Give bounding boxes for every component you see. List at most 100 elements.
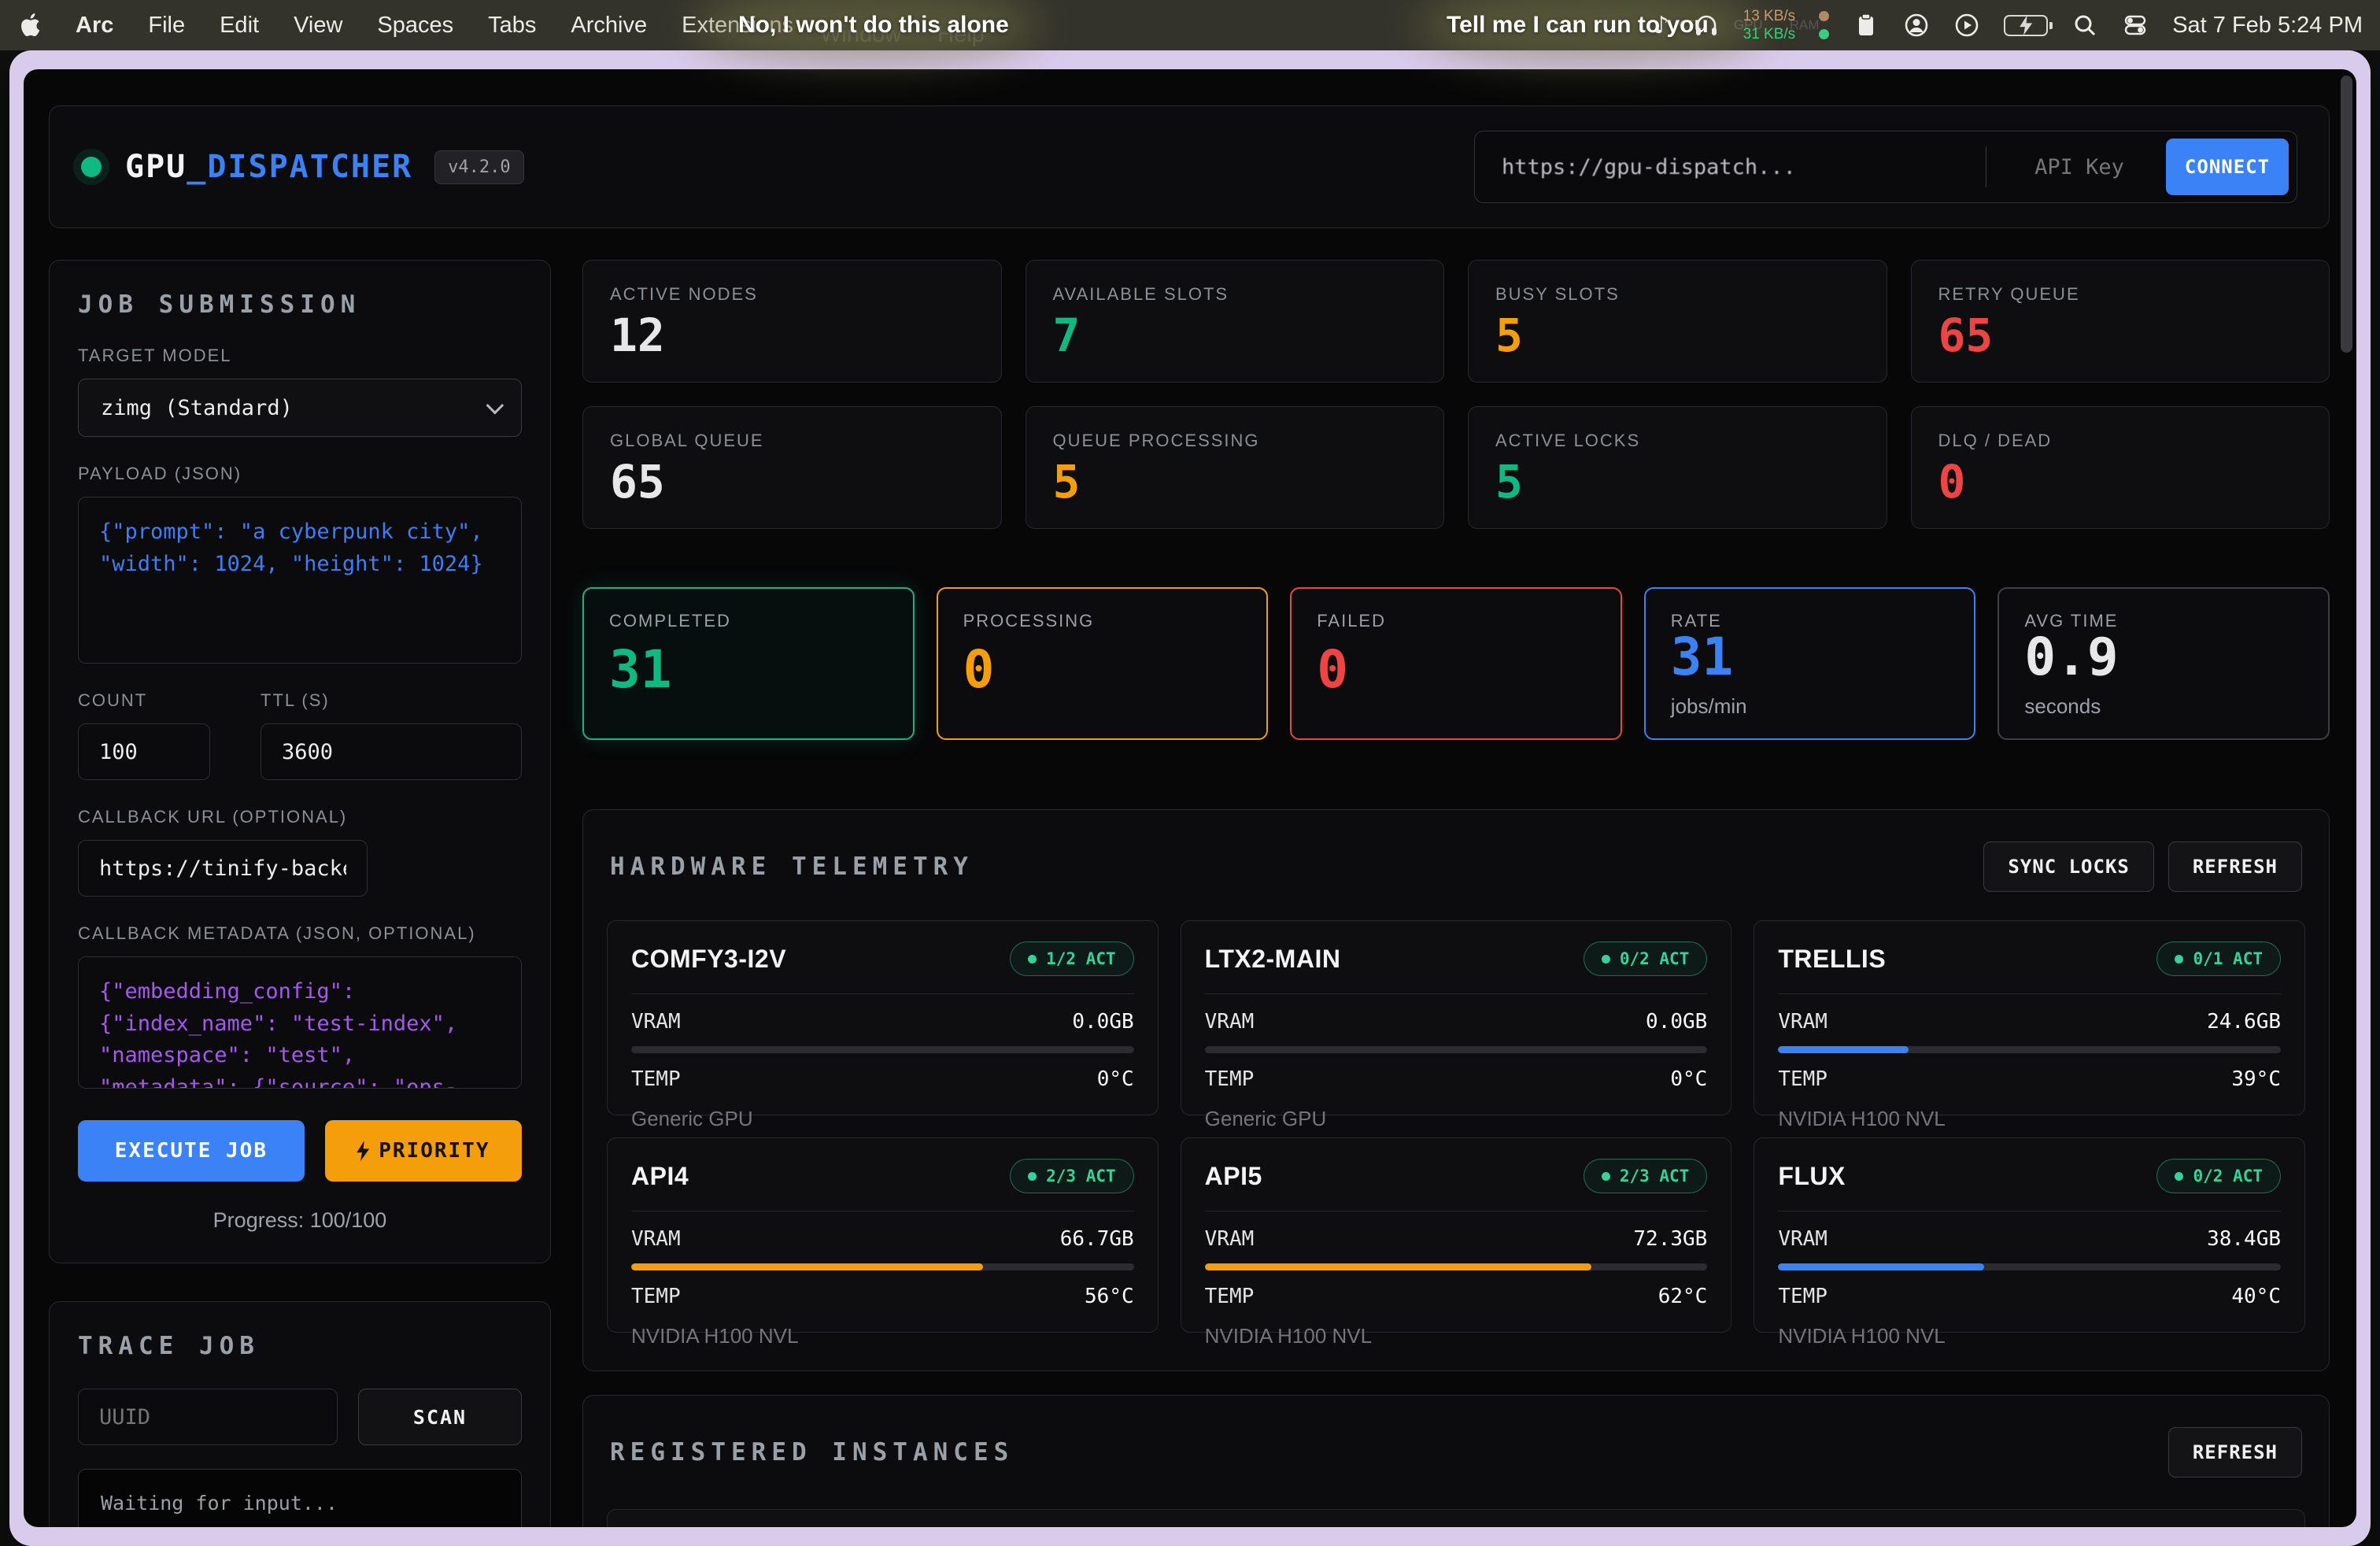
uuid-input[interactable] (78, 1389, 338, 1445)
gpu-model: NVIDIA H100 NVL (1778, 1107, 2281, 1131)
menu-arc[interactable]: Arc (76, 13, 113, 39)
spotlight-search-icon[interactable] (2071, 12, 2098, 39)
job-submission-title: JOB SUBMISSION (78, 290, 522, 319)
callback-url-input[interactable] (78, 840, 368, 897)
trace-output: Waiting for input... (78, 1469, 522, 1527)
gpu-name: API5 (1205, 1162, 1262, 1191)
stats-grid: ACTIVE NODES 12 AVAILABLE SLOTS 7 BUSY S… (582, 260, 2330, 529)
status-label: COMPLETED (609, 611, 888, 631)
temp-label: TEMP (1778, 1285, 1828, 1308)
gpu-card-trellis: TRELLIS 0/1 ACT VRAM24.6GB TEMP39°C NVID… (1754, 920, 2305, 1115)
vram-value: 0.0GB (1072, 1010, 1133, 1034)
battery-icon[interactable] (2004, 15, 2048, 36)
menu-tabs[interactable]: Tabs (488, 13, 536, 39)
trace-job-title: TRACE JOB (78, 1332, 522, 1360)
stat-label: DLQ / DEAD (1938, 431, 2303, 451)
stat-value: 5 (1495, 459, 1860, 505)
telemetry-refresh-button[interactable]: REFRESH (2168, 841, 2302, 892)
connect-button[interactable]: CONNECT (2166, 139, 2289, 195)
hardware-telemetry-title: HARDWARE TELEMETRY (610, 853, 974, 881)
vram-bar (1205, 1263, 1708, 1270)
instances-refresh-button[interactable]: REFRESH (2168, 1427, 2302, 1478)
apple-menu-icon[interactable] (17, 11, 41, 39)
payload-textarea[interactable]: {"prompt": "a cyberpunk city", "width": … (78, 497, 522, 664)
ttl-input[interactable] (261, 723, 522, 780)
instances-table: ID MODEL SERVER STATUS HEALTH ACTION (607, 1509, 2305, 1527)
stat-value: 0 (1938, 459, 2303, 505)
gpu-name: API4 (631, 1162, 689, 1191)
priority-button[interactable]: PRIORITY (325, 1120, 522, 1182)
status-dot-top (1819, 11, 1829, 21)
stat-card-global-queue: GLOBAL QUEUE 65 (582, 406, 1002, 529)
badge-dot (1028, 1172, 1037, 1181)
api-key-input[interactable] (1993, 155, 2166, 179)
badge-dot (1602, 1172, 1610, 1181)
vram-label: VRAM (1778, 1227, 1828, 1251)
execute-job-button[interactable]: EXECUTE JOB (78, 1120, 305, 1182)
count-input[interactable] (78, 723, 210, 780)
menu-clock[interactable]: Sat 7 Feb 5:24 PM (2172, 13, 2363, 39)
status-card-completed: COMPLETED 31 (582, 587, 915, 740)
endpoint-url-input[interactable] (1502, 155, 1979, 179)
status-value: 0.9 (2024, 631, 2303, 683)
music-note-icon[interactable]: ♪ (1654, 12, 1669, 39)
play-media-icon[interactable] (1953, 12, 1980, 39)
gpu-name: COMFY3-I2V (631, 945, 786, 974)
status-dots (1819, 11, 1829, 39)
vram-label: VRAM (1778, 1010, 1828, 1034)
user-account-icon[interactable] (1903, 12, 1930, 39)
registered-instances-title: REGISTERED INSTANCES (610, 1438, 1014, 1466)
lightning-bolt-icon (357, 1141, 369, 1161)
target-model-select[interactable]: zimg (Standard) (78, 379, 522, 437)
gpu-model: NVIDIA H100 NVL (1778, 1324, 2281, 1348)
vram-value: 24.6GB (2207, 1010, 2281, 1034)
gpu-active-badge: 0/2 ACT (2156, 1159, 2281, 1193)
callback-url-label: CALLBACK URL (OPTIONAL) (78, 807, 522, 827)
temp-value: 0°C (1097, 1067, 1134, 1091)
control-center-icon[interactable] (2122, 12, 2149, 39)
stat-card-active-locks: ACTIVE LOCKS 5 (1468, 406, 1887, 529)
app-header: GPU_DISPATCHER v4.2.0 CONNECT (49, 105, 2330, 228)
vram-label: VRAM (631, 1227, 681, 1251)
menu-archive[interactable]: Archive (571, 13, 647, 39)
job-submission-panel: JOB SUBMISSION TARGET MODEL zimg (Standa… (49, 260, 551, 1263)
target-model-value: zimg (Standard) (101, 396, 293, 420)
progress-text: Progress: 100/100 (78, 1208, 522, 1233)
priority-button-label: PRIORITY (379, 1139, 490, 1163)
page-scrollbar[interactable] (2341, 76, 2352, 353)
menu-file[interactable]: File (148, 13, 185, 39)
instances-table-header: ID MODEL SERVER STATUS HEALTH ACTION (608, 1510, 2304, 1527)
gpu-card-api5: API5 2/3 ACT VRAM72.3GB TEMP62°C NVIDIA … (1181, 1137, 1732, 1333)
gpu-grid: COMFY3-I2V 1/2 ACT VRAM0.0GB TEMP0°C Gen… (607, 920, 2305, 1333)
scan-button[interactable]: SCAN (358, 1389, 522, 1445)
badge-dot (1602, 955, 1610, 963)
status-dot-bottom (1819, 29, 1829, 39)
menu-view[interactable]: View (294, 13, 342, 39)
temp-value: 56°C (1085, 1285, 1134, 1308)
temp-value: 62°C (1658, 1285, 1708, 1308)
sync-locks-button[interactable]: SYNC LOCKS (1983, 841, 2154, 892)
temp-label: TEMP (1778, 1067, 1828, 1091)
macos-menu-bar: Arc File Edit View Spaces Tabs Archive E… (0, 0, 2380, 50)
stat-value: 12 (610, 313, 974, 358)
vram-label: VRAM (1205, 1227, 1255, 1251)
temp-label: TEMP (1205, 1285, 1255, 1308)
badge-dot (2175, 1172, 2183, 1181)
stat-label: QUEUE PROCESSING (1053, 431, 1417, 451)
stat-card-dlq-dead: DLQ / DEAD 0 (1911, 406, 2330, 529)
menu-spaces[interactable]: Spaces (377, 13, 453, 39)
gpu-name: FLUX (1778, 1162, 1846, 1191)
vram-value: 66.7GB (1060, 1227, 1134, 1251)
stat-value: 65 (610, 459, 974, 505)
vram-label: VRAM (1205, 1010, 1255, 1034)
status-value: 0 (1317, 644, 1595, 696)
gpu-dispatcher-page: GPU_DISPATCHER v4.2.0 CONNECT JOB SUBMIS… (24, 69, 2356, 1527)
stat-label: GLOBAL QUEUE (610, 431, 974, 451)
payload-label: PAYLOAD (JSON) (78, 464, 522, 484)
menu-edit[interactable]: Edit (220, 13, 259, 39)
gpu-name: TRELLIS (1778, 945, 1886, 974)
clipboard-icon[interactable] (1853, 12, 1879, 39)
callback-metadata-textarea[interactable]: {"embedding_config": {"index_name": "tes… (78, 956, 522, 1089)
badge-dot (1028, 955, 1037, 963)
stat-card-queue-processing: QUEUE PROCESSING 5 (1026, 406, 1445, 529)
